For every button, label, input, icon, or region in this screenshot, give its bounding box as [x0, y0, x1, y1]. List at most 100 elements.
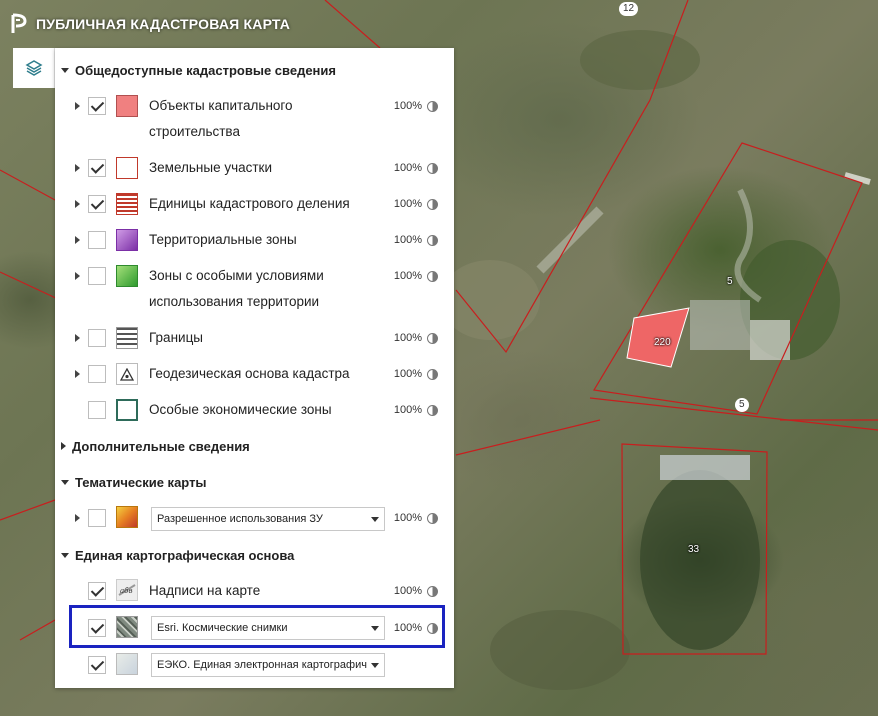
layer-row-map-labels: абв Надписи на карте 100% [55, 578, 454, 604]
layer-checkbox[interactable] [88, 231, 106, 249]
layer-checkbox[interactable] [88, 656, 106, 674]
layer-label-line2: использования территории [149, 294, 320, 309]
layer-label: Земельные участки [149, 160, 273, 175]
geodetic-swatch-icon [116, 363, 138, 385]
map-label-building-220: 220 [654, 337, 671, 348]
caret-down-icon [61, 479, 69, 485]
layer-checkbox[interactable] [88, 329, 106, 347]
checkmark-icon [90, 195, 104, 210]
layer-row-territorial-zones: Территориальные зоны 100% [55, 227, 454, 253]
layer-row-geodetic: Геодезическая основа кадастра 100% [55, 361, 454, 387]
caret-down-icon [61, 552, 69, 558]
opacity-contrast-icon[interactable] [427, 586, 438, 597]
opacity-contrast-icon[interactable] [427, 333, 438, 344]
opacity-value[interactable]: 100% [392, 100, 422, 112]
section-public-header[interactable]: Общедоступные кадастровые сведения [61, 60, 336, 80]
section-base-header[interactable]: Единая картографическая основа [61, 545, 294, 565]
opacity-contrast-icon[interactable] [427, 405, 438, 416]
opacity-contrast-icon[interactable] [427, 101, 438, 112]
expand-icon[interactable] [75, 200, 80, 208]
caret-down-icon [61, 67, 69, 73]
layer-label: Геодезическая основа кадастра [149, 366, 350, 381]
rosreestr-logo-icon[interactable] [10, 13, 30, 35]
opacity-value[interactable]: 100% [392, 332, 422, 344]
section-thematic-title: Тематические карты [75, 474, 207, 490]
cadastral-division-swatch-icon [116, 193, 138, 215]
thematic-select-value: Разрешенное использования ЗУ [157, 513, 323, 525]
dropdown-arrow-icon [371, 663, 379, 668]
special-zones-swatch-icon [116, 265, 138, 287]
land-use-swatch-icon [116, 506, 138, 528]
layer-checkbox[interactable] [88, 365, 106, 383]
opacity-value[interactable]: 100% [392, 585, 422, 597]
checkmark-icon [90, 582, 104, 597]
layer-checkbox[interactable] [88, 401, 106, 419]
section-additional-header[interactable]: Дополнительные сведения [61, 436, 250, 456]
opacity-value[interactable]: 100% [392, 234, 422, 246]
land-plots-swatch-icon [116, 157, 138, 179]
territorial-zones-swatch-icon [116, 229, 138, 251]
ecko-select-value: ЕЭКО. Единая электронная картографическ [157, 659, 367, 671]
layer-row-thematic-land-use: Разрешенное использования ЗУ 100% [55, 505, 454, 531]
expand-icon[interactable] [75, 102, 80, 110]
section-additional-title: Дополнительные сведения [72, 438, 250, 454]
opacity-contrast-icon[interactable] [427, 235, 438, 246]
opacity-contrast-icon[interactable] [427, 271, 438, 282]
layers-icon [24, 60, 43, 76]
opacity-value[interactable]: 100% [392, 404, 422, 416]
ecko-swatch-icon [116, 653, 138, 675]
layer-checkbox[interactable] [88, 97, 106, 115]
checkmark-icon [90, 656, 104, 671]
layer-checkbox[interactable] [88, 195, 106, 213]
opacity-contrast-icon[interactable] [427, 163, 438, 174]
layer-label-line1: Зоны с особыми условиями [149, 268, 324, 283]
opacity-value[interactable]: 100% [392, 162, 422, 174]
map-label-parcel-33: 33 [688, 544, 700, 555]
section-base-title: Единая картографическая основа [75, 547, 295, 563]
map-label-road-5: 5 [735, 398, 749, 412]
expand-icon[interactable] [75, 514, 80, 522]
layer-label: Единицы кадастрового деления [149, 196, 350, 211]
layer-checkbox[interactable] [88, 159, 106, 177]
layer-label-line1: Объекты капитального [149, 98, 293, 113]
opacity-value[interactable]: 100% [392, 512, 422, 524]
capital-objects-swatch-icon [116, 95, 138, 117]
layer-checkbox[interactable] [88, 582, 106, 600]
thematic-map-select[interactable]: Разрешенное использования ЗУ [151, 507, 385, 531]
layer-label: Границы [149, 330, 203, 345]
caret-right-icon [61, 442, 66, 450]
map-label-12: 12 [619, 2, 639, 16]
opacity-contrast-icon[interactable] [427, 199, 438, 210]
layer-row-cadastral-division: Единицы кадастрового деления 100% [55, 191, 454, 217]
annotation-highlight-box [69, 605, 445, 648]
opacity-value[interactable]: 100% [392, 270, 422, 282]
expand-icon[interactable] [75, 334, 80, 342]
ecko-select[interactable]: ЕЭКО. Единая электронная картографическ [151, 653, 385, 677]
layers-toggle-button[interactable] [13, 48, 55, 88]
opacity-value[interactable]: 100% [392, 198, 422, 210]
section-public-title: Общедоступные кадастровые сведения [75, 62, 336, 78]
expand-icon[interactable] [75, 272, 80, 280]
app-title: ПУБЛИЧНАЯ КАДАСТРОВАЯ КАРТА [36, 16, 291, 32]
economic-zones-swatch-icon [116, 399, 138, 421]
layer-label-line2: строительства [149, 124, 240, 139]
layer-label: Надписи на карте [149, 583, 261, 598]
opacity-value[interactable]: 100% [392, 368, 422, 380]
layer-label: Территориальные зоны [149, 232, 297, 247]
layer-checkbox[interactable] [88, 267, 106, 285]
layer-row-borders: Границы 100% [55, 325, 454, 351]
expand-icon[interactable] [75, 236, 80, 244]
layers-panel: Общедоступные кадастровые сведения Объек… [55, 48, 454, 688]
section-thematic-header[interactable]: Тематические карты [61, 472, 207, 492]
map-label-parcel-5: 5 [727, 276, 733, 287]
layer-row-economic-zones: Особые экономические зоны 100% [55, 397, 454, 423]
layer-row-land-plots: Земельные участки 100% [55, 155, 454, 181]
opacity-contrast-icon[interactable] [427, 369, 438, 380]
expand-icon[interactable] [75, 370, 80, 378]
layer-row-special-zones: Зоны с особыми условиями использования т… [55, 263, 454, 315]
checkmark-icon [90, 159, 104, 174]
opacity-contrast-icon[interactable] [427, 513, 438, 524]
dropdown-arrow-icon [371, 517, 379, 522]
expand-icon[interactable] [75, 164, 80, 172]
layer-checkbox[interactable] [88, 509, 106, 527]
